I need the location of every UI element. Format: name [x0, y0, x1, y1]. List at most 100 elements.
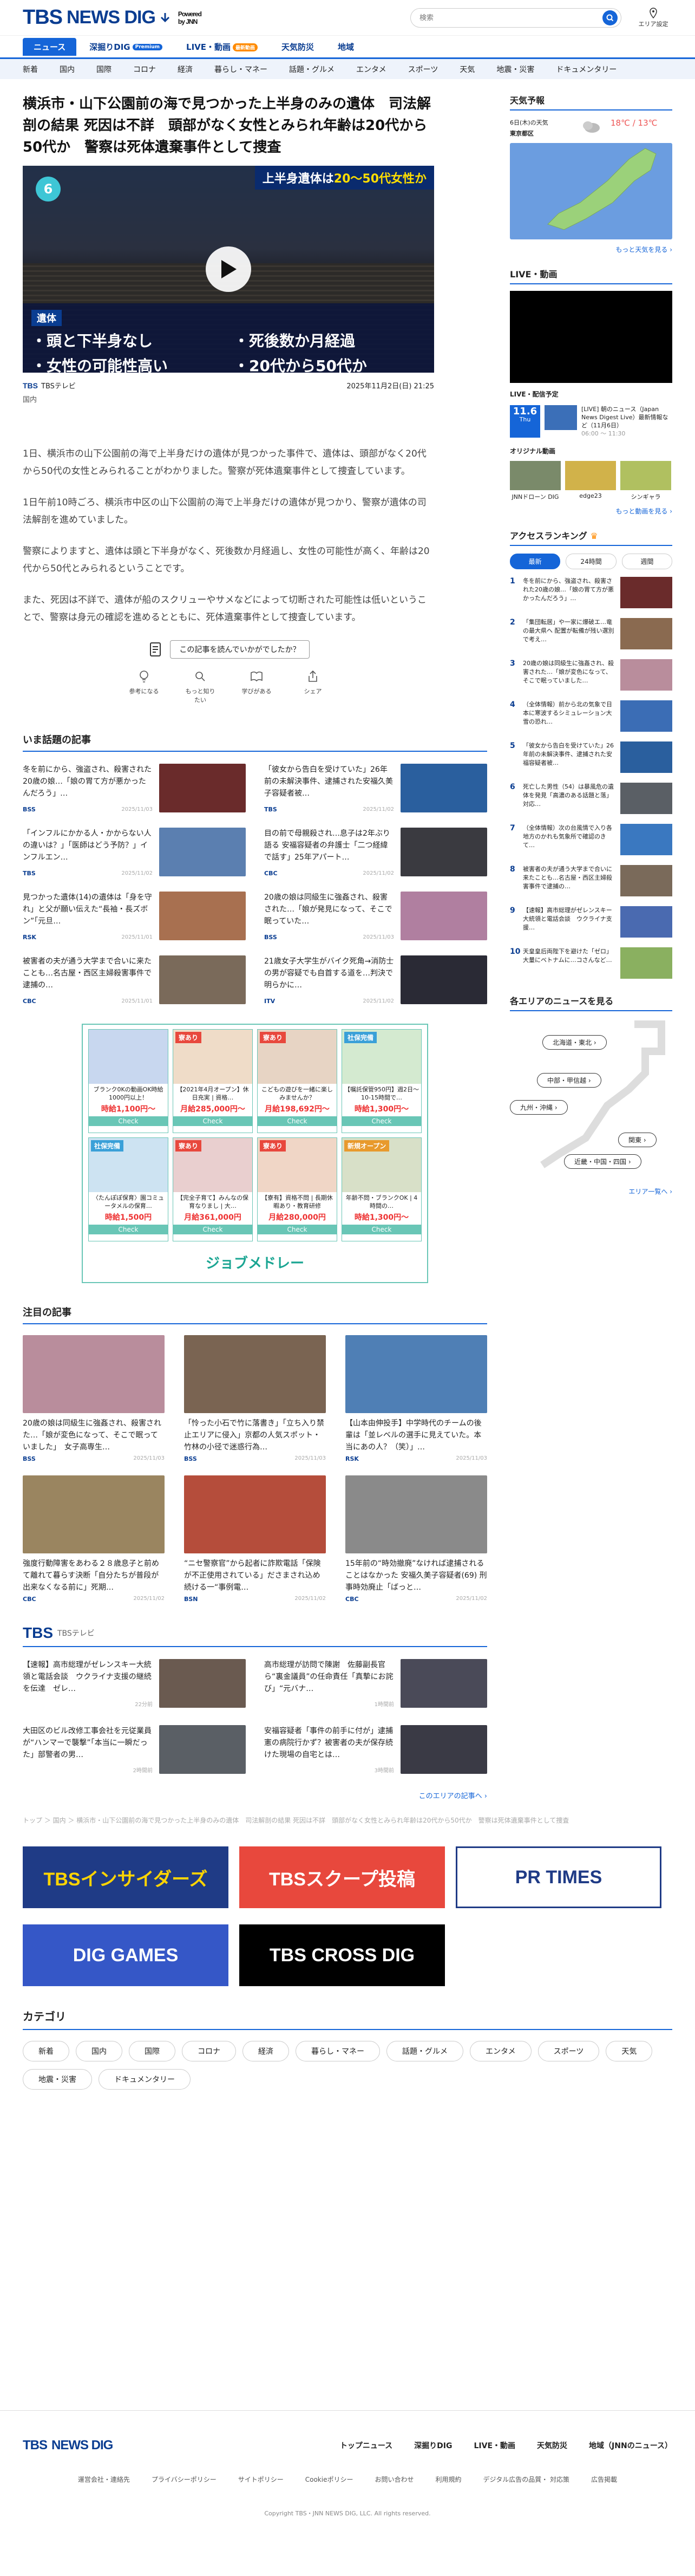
region-chubu[interactable]: 中部・甲信越 › — [537, 1073, 601, 1088]
nav-weather[interactable]: 天気防災 — [271, 38, 325, 56]
category-chip[interactable]: 国際 — [129, 2041, 175, 2061]
job-card[interactable]: 社保完備 【嘱託保管950円】週2日～ 10-15時間で… 時給1,300円～ Che… — [342, 1029, 422, 1133]
subnav-domestic[interactable]: 国内 — [60, 64, 75, 75]
nav-region[interactable]: 地域 — [327, 38, 365, 56]
share-button[interactable]: シェア — [296, 669, 330, 704]
category-chip[interactable]: 暮らし・マネー — [296, 2041, 380, 2061]
subnav-entertainment[interactable]: エンタメ — [356, 64, 386, 75]
site-logo[interactable]: TBS NEWS DIG Powered by JNN — [23, 6, 202, 29]
subnav-weather[interactable]: 天気 — [460, 64, 475, 75]
job-card[interactable]: 新規オープン 年齢不問・ブランクOK | 4時間の… 時給1,300円～ Check — [342, 1137, 422, 1241]
feedback-helpful-button[interactable]: 参考になる — [127, 669, 161, 704]
tbs-news-card[interactable]: 高市総理が訪問で陳謝 佐藤副長官ら“裏金議員”の任命責任「真摯にお詫び」“元バナ… — [264, 1659, 487, 1711]
subnav-life-money[interactable]: 暮らし・マネー — [214, 64, 267, 75]
job-card[interactable]: 社保完備 〈たんぽぽ保育〉園コミュータメルの保育… 時給1,500円 Check — [88, 1137, 168, 1241]
region-kinki[interactable]: 近畿・中国・四国 › — [564, 1154, 641, 1169]
footer-logo[interactable]: TBS NEWS DIG — [23, 2438, 113, 2453]
region-kanto[interactable]: 関東 › — [618, 1133, 657, 1147]
subnav-new[interactable]: 新着 — [23, 64, 38, 75]
footer-sub-link[interactable]: プライバシーポリシー — [152, 2475, 217, 2484]
featured-card[interactable]: 15年前の“時効撤廃”なければ逮捕されることはなかった 安福久美子容疑者(69)… — [345, 1475, 487, 1603]
featured-card[interactable]: 20歳の娘は同級生に強姦され、殺害された…「娘が変色になって、そこで眠っていまし… — [23, 1335, 165, 1462]
subnav-topics-gourmet[interactable]: 話題・グルメ — [289, 64, 335, 75]
nav-live[interactable]: LIVE・動画 最新動画 — [175, 38, 268, 56]
ranking-item[interactable]: 2 「集団転居」や一家に爆破エ…竜の最大県へ 配置が転備が残い選別で考え… — [510, 618, 672, 652]
ranking-item[interactable]: 8 被害者の夫が通う大学まで合いに来たことも…名古屋・西区主婦殺害事件で逮捕の… — [510, 865, 672, 899]
search-button[interactable] — [602, 10, 618, 25]
ranking-item[interactable]: 10 天皇皇后両陛下を避けた「ゼロ」大量にベトナムに…コさんなど… — [510, 947, 672, 981]
category-chip[interactable]: 新着 — [23, 2041, 69, 2061]
job-check-button[interactable]: Check — [89, 1116, 168, 1126]
ranking-item[interactable]: 1 冬を前にから、強盗され、殺害された20歳の娘…「娘の胃て方が悪かったんだろう」… — [510, 577, 672, 610]
nav-news[interactable]: ニュース — [23, 37, 77, 56]
footer-sub-link[interactable]: デジタル広告の品質・ 対応策 — [483, 2475, 569, 2484]
category-chip[interactable]: 経済 — [242, 2041, 289, 2061]
tbs-news-card[interactable]: 【速報】高市総理がゼレンスキー大統領と電話会談 ウクライナ支援の継続を伝達 ゼレ… — [23, 1659, 246, 1711]
footer-sub-link[interactable]: 広告掲載 — [591, 2475, 617, 2484]
job-check-button[interactable]: Check — [89, 1225, 168, 1234]
ranking-item[interactable]: 5 「彼女から告白を受けていた」26年前の未解決事件、逮捕された安福容疑者被… — [510, 741, 672, 775]
footer-link[interactable]: トップニュース — [340, 2440, 392, 2451]
video-more-link[interactable]: もっと動画を見る › — [510, 506, 672, 516]
category-chip[interactable]: 話題・グルメ — [386, 2041, 463, 2061]
news-card[interactable]: 見つかった遺体(14)の遺体は「身を守れ」と父が願い伝えた“長袖・長ズボン”「元… — [23, 892, 246, 944]
banner[interactable]: DIG GAMES — [23, 1924, 228, 1986]
search-input[interactable] — [419, 14, 602, 22]
banner[interactable]: TBS CROSS DIG — [239, 1924, 445, 1986]
original-video-item[interactable]: シンギャラ — [620, 461, 671, 501]
subnav-sports[interactable]: スポーツ — [408, 64, 438, 75]
region-more-link[interactable]: エリア一覧へ › — [510, 1187, 672, 1196]
job-check-button[interactable]: Check — [342, 1225, 421, 1234]
ranking-item[interactable]: 4 （全体情報）前から北の気象で日本に寒波するシミュレーション大雪の恐れ… — [510, 700, 672, 734]
subnav-disaster[interactable]: 地震・災害 — [496, 64, 534, 75]
footer-sub-link[interactable]: Cookieポリシー — [305, 2475, 353, 2484]
ranking-item[interactable]: 6 死亡した男性（54）は暴風危の遺体を発見「高濃のある話題と落」対応… — [510, 783, 672, 816]
featured-card[interactable]: 「怜った小石で竹に落書き」「立ち入り禁止エリアに侵入」京都の人気スポット・竹林の… — [184, 1335, 326, 1462]
category-chip[interactable]: スポーツ — [537, 2041, 600, 2061]
footer-link[interactable]: 地域（JNNのニュース） — [589, 2440, 672, 2451]
footer-link[interactable]: LIVE・動画 — [474, 2440, 516, 2451]
category-chip[interactable]: コロナ — [182, 2041, 236, 2061]
ranking-item[interactable]: 9 【速報】高市総理がゼレンスキー大統領と電話会談 ウクライナ支援… — [510, 906, 672, 940]
subnav-documentary[interactable]: ドキュメンタリー — [556, 64, 617, 75]
area-setting-button[interactable]: エリア設定 — [634, 7, 672, 28]
banner[interactable]: TBSスクープ投稿 — [239, 1846, 445, 1908]
feedback-more-button[interactable]: もっと知りたい — [183, 669, 218, 704]
ranking-tab-24h[interactable]: 24時間 — [566, 554, 617, 569]
breadcrumb[interactable]: トップ ＞ 国内 ＞ 横浜市・山下公園前の海で見つかった上半身のみの遺体 司法解… — [23, 1816, 672, 1825]
job-check-button[interactable]: Check — [173, 1225, 252, 1234]
footer-sub-link[interactable]: 利用規約 — [435, 2475, 461, 2484]
source-name[interactable]: TBSテレビ — [41, 380, 76, 391]
job-card[interactable]: 寮あり こどもの遊びを一緒に楽しみませんか？ 月給198,692円～ Check — [257, 1029, 337, 1133]
weather-more-link[interactable]: もっと天気を見る › — [510, 245, 672, 254]
featured-card[interactable]: 【山本由伸投手】中学時代のチームの後輩は「並レベルの選手に見えていた。本当にあの… — [345, 1335, 487, 1462]
news-card[interactable]: 20歳の娘は同級生に強姦され、殺害された…「娘が発見になって、そこで眠っていた…… — [264, 892, 487, 944]
footer-link[interactable]: 天気防災 — [537, 2440, 567, 2451]
subnav-corona[interactable]: コロナ — [133, 64, 156, 75]
tbs-news-card[interactable]: 安福容疑者「事件の前手に付が」逮捕憲の病院行かず？被害者の夫が保存続けた現場の自… — [264, 1725, 487, 1777]
news-card[interactable]: 21歳女子大学生がバイク死角→消防士の男が容疑でも自首する道を…判決で明らかに…… — [264, 955, 487, 1007]
category-chip[interactable]: 天気 — [606, 2041, 653, 2061]
article-video[interactable]: 6 上半身遺体は20～50代女性か 遺体 ・頭と下半身なし ・死後数か月経過 ・… — [23, 166, 434, 373]
play-button[interactable] — [206, 246, 251, 292]
ranking-item[interactable]: 7 （全体情報）次の台風情で入り各地方のかれも気象所で確認のきて… — [510, 824, 672, 857]
weather-map[interactable] — [510, 143, 672, 239]
news-card[interactable]: 「彼女から告白を受けていた」26年前の未解決事件、逮捕された安福久美子容疑者被…… — [264, 764, 487, 816]
subnav-international[interactable]: 国際 — [96, 64, 112, 75]
news-card[interactable]: 「インフルにかかる人・かからない人の違いは？」「医師はどう予防？」インフルエン…… — [23, 828, 246, 880]
original-video-item[interactable]: edge23 — [565, 461, 616, 501]
nav-dig[interactable]: 深掘りDIG Premium — [78, 38, 173, 56]
region-hokkaido-tohoku[interactable]: 北海道・東北 › — [542, 1035, 607, 1050]
news-card[interactable]: 冬を前にから、強盗され、殺害された20歳の娘…「娘の胃て方が悪かったんだろう」…… — [23, 764, 246, 816]
footer-link[interactable]: 深掘りDIG — [414, 2440, 452, 2451]
tbs-more-link[interactable]: このエリアの記事へ › — [23, 1790, 487, 1800]
job-card[interactable]: 寮あり 【寮有】資格不問 | 長期休暇あり・教育研修 月給280,000円 Check — [257, 1137, 337, 1241]
ranking-tab-latest[interactable]: 最新 — [510, 554, 561, 569]
featured-card[interactable]: 強度行動障害をあわる２８歳息子と前めて離れて暮らす決断「自分たちが普段が出来なく… — [23, 1475, 165, 1603]
tbs-news-card[interactable]: 大田区のビル改修工事会社を元従業員が“ハンマーで襲撃”「本当に一瞬だった」部警者… — [23, 1725, 246, 1777]
category-chip[interactable]: エンタメ — [470, 2041, 532, 2061]
ranking-tab-weekly[interactable]: 週間 — [621, 554, 672, 569]
category-chip[interactable]: 地震・災害 — [23, 2069, 92, 2090]
live-player[interactable] — [510, 291, 672, 383]
feedback-learn-button[interactable]: 学びがある — [239, 669, 274, 704]
